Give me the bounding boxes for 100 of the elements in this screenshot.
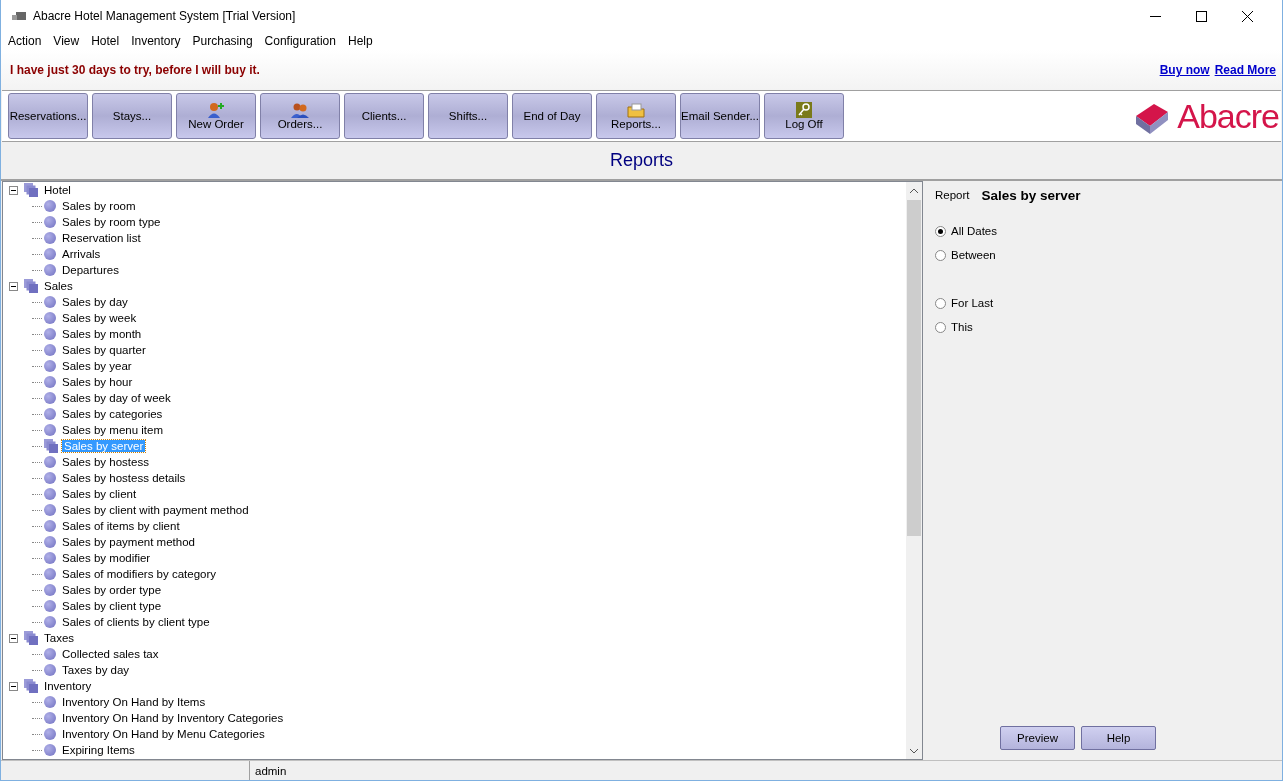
menu-item[interactable]: Purchasing — [186, 34, 259, 48]
close-icon[interactable] — [1241, 10, 1253, 22]
tree-item[interactable]: Arrivals — [60, 248, 103, 260]
report-icon — [44, 376, 56, 388]
report-icon — [44, 472, 56, 484]
tree-item[interactable]: Sales by quarter — [60, 344, 148, 356]
logo-text: Abacre — [1177, 96, 1279, 136]
report-icon — [44, 408, 56, 420]
tree-item[interactable]: Sales by year — [60, 360, 134, 372]
link[interactable]: Read More — [1214, 63, 1276, 77]
report-icon — [44, 568, 56, 580]
dialog-button[interactable]: Help — [1081, 726, 1156, 750]
report-icon — [44, 456, 56, 468]
menu-item[interactable]: View — [47, 34, 86, 48]
report-icon — [44, 504, 56, 516]
tree-item[interactable]: Taxes — [42, 632, 77, 644]
report-icon — [44, 328, 56, 340]
app-icon — [11, 11, 27, 21]
scroll-down-icon[interactable] — [910, 748, 918, 754]
toolbar-button[interactable]: Orders... — [260, 93, 340, 139]
tree-item[interactable]: Sales by room type — [60, 216, 163, 228]
tree-item[interactable]: Inventory On Hand by Menu Categories — [60, 728, 267, 740]
report-icon — [44, 712, 56, 724]
person-add-icon — [207, 102, 225, 118]
window-title: Abacre Hotel Management System [Trial Version] — [33, 9, 297, 23]
radio-label: All Dates — [951, 225, 998, 237]
toolbar-button[interactable]: Reservations... — [8, 93, 88, 139]
radio-button[interactable] — [935, 297, 946, 309]
report-icon — [44, 360, 56, 372]
menu-item[interactable]: Help — [341, 34, 379, 48]
tree-item[interactable]: Sales by day of week — [60, 392, 173, 404]
tree-item[interactable]: Sales by room — [60, 200, 138, 212]
tree-item[interactable]: Hotel — [42, 184, 73, 196]
tree-item[interactable]: Sales by modifier — [60, 552, 153, 564]
tree-item[interactable]: Reservation list — [60, 232, 143, 244]
tree-item[interactable]: Sales of clients by client type — [60, 616, 212, 628]
toolbar-button[interactable]: Stays... — [92, 93, 172, 139]
tree-item[interactable]: Sales — [42, 280, 75, 292]
tree-item[interactable]: Sales by payment method — [60, 536, 197, 548]
report-icon — [44, 664, 56, 676]
tree-item[interactable]: Inventory On Hand by Items — [60, 696, 208, 708]
report-icon — [44, 344, 56, 356]
collapse-toggle[interactable] — [9, 281, 18, 291]
tree-item[interactable]: Sales by client — [60, 488, 139, 500]
tree-item[interactable]: Sales of items by client — [60, 520, 182, 532]
radio-button[interactable] — [935, 249, 946, 261]
tree-item[interactable]: Taxes by day — [60, 664, 132, 676]
radio-button[interactable] — [935, 225, 946, 237]
folder-icon — [627, 102, 645, 118]
tree-item[interactable]: Sales of modifiers by category — [60, 568, 219, 580]
tree-item[interactable]: Sales by categories — [60, 408, 165, 420]
collapse-toggle[interactable] — [9, 681, 18, 691]
tree-item[interactable]: Expiring Items — [60, 744, 137, 756]
toolbar-button[interactable]: Log Off — [764, 93, 844, 139]
scrollbar[interactable] — [906, 182, 922, 759]
report-group-icon — [44, 439, 58, 453]
maximize-icon[interactable] — [1195, 10, 1207, 22]
report-icon — [44, 696, 56, 708]
report-icon — [44, 600, 56, 612]
tree-item[interactable]: Sales by menu item — [60, 424, 165, 436]
report-icon — [44, 520, 56, 532]
tree-item[interactable]: Inventory — [42, 680, 94, 692]
trial-message: I have just 30 days to try, before I will buy it. — [10, 63, 261, 77]
menu-item[interactable]: Inventory — [125, 34, 187, 48]
tree-item[interactable]: Sales by hour — [60, 376, 135, 388]
tree-item[interactable]: Sales by month — [60, 328, 144, 340]
tree-item[interactable]: Sales by order type — [60, 584, 164, 596]
tree-item[interactable]: Sales by client type — [60, 600, 164, 612]
menu-item[interactable]: Action — [2, 34, 48, 48]
tree-item[interactable]: Sales by client with payment method — [60, 504, 251, 516]
radio-label: Between — [951, 249, 996, 261]
dialog-button[interactable]: Preview — [1000, 726, 1075, 750]
report-icon — [44, 200, 56, 212]
tree-item[interactable]: Sales by hostess — [60, 456, 151, 468]
tree-item[interactable]: Departures — [60, 264, 121, 276]
scroll-up-icon[interactable] — [910, 187, 918, 193]
menu-item[interactable]: Configuration — [258, 34, 342, 48]
tree-item[interactable]: Inventory On Hand by Inventory Categories — [60, 712, 286, 724]
report-icon — [44, 552, 56, 564]
tree-item[interactable]: Sales by week — [60, 312, 139, 324]
collapse-toggle[interactable] — [9, 185, 18, 195]
collapse-toggle[interactable] — [9, 633, 18, 643]
report-icon — [44, 392, 56, 404]
tree-item[interactable]: Sales by hostess details — [60, 472, 188, 484]
toolbar-button[interactable]: Shifts... — [428, 93, 508, 139]
menu-item[interactable]: Hotel — [85, 34, 126, 48]
report-icon — [44, 296, 56, 308]
toolbar-button[interactable]: New Order — [176, 93, 256, 139]
report-icon — [44, 216, 56, 228]
link[interactable]: Buy now — [1159, 63, 1210, 77]
tree-item[interactable]: Sales by day — [60, 296, 130, 308]
report-group-icon — [24, 279, 38, 293]
toolbar-button[interactable]: End of Day — [512, 93, 592, 139]
page-heading: Reports — [610, 150, 673, 171]
status-user: admin — [255, 764, 287, 777]
toolbar-button[interactable]: Email Sender... — [680, 93, 760, 139]
toolbar-button[interactable]: Clients... — [344, 93, 424, 139]
tree-item[interactable]: Collected sales tax — [60, 648, 161, 660]
radio-button[interactable] — [935, 321, 946, 333]
toolbar-button[interactable]: Reports... — [596, 93, 676, 139]
